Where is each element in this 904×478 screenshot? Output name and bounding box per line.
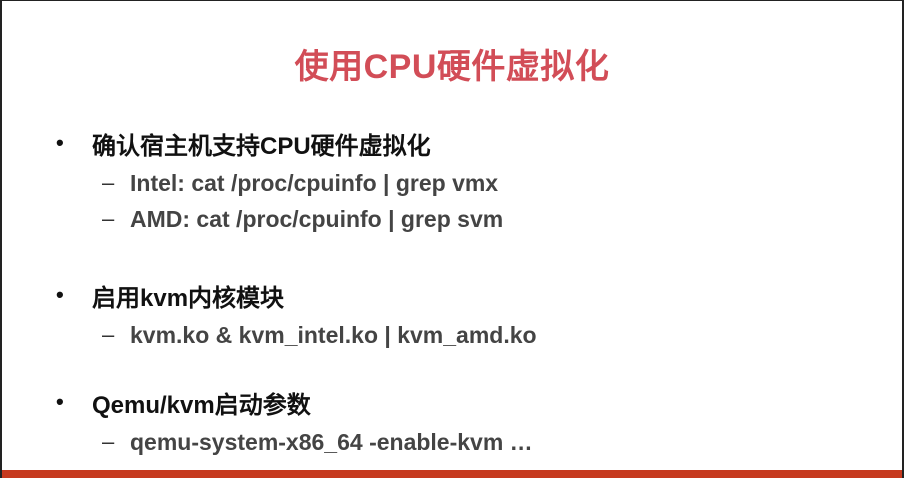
slide: 使用CPU硬件虚拟化 • 确认宿主机支持CPU硬件虚拟化 – Intel: ca… (0, 0, 904, 478)
bullet-marker: • (56, 130, 64, 155)
sub-bullet-item: – qemu-system-x86_64 -enable-kvm … (54, 424, 533, 460)
bullet-text: 启用kvm内核模块 (92, 284, 285, 312)
sub-bullet-marker: – (102, 170, 115, 195)
sub-bullet-text: kvm.ko & kvm_intel.ko | kvm_amd.ko (130, 321, 537, 348)
sub-bullet-marker: – (102, 322, 115, 347)
sub-bullet-text: AMD: cat /proc/cpuinfo | grep svm (130, 205, 504, 232)
sub-bullet-item: – AMD: cat /proc/cpuinfo | grep svm (54, 201, 503, 237)
accent-bar (2, 470, 902, 478)
sub-bullet-text: qemu-system-x86_64 -enable-kvm … (130, 428, 533, 455)
bullet-marker: • (56, 282, 64, 307)
sub-bullet-item: – kvm.ko & kvm_intel.ko | kvm_amd.ko (54, 317, 537, 353)
bullet-item: • 启用kvm内核模块 (54, 273, 537, 317)
bullet-text: 确认宿主机支持CPU硬件虚拟化 (92, 132, 431, 160)
slide-title: 使用CPU硬件虚拟化 (294, 48, 610, 86)
sub-bullet-text: Intel: cat /proc/cpuinfo | grep vmx (130, 169, 499, 196)
bullet-text: Qemu/kvm启动参数 (92, 391, 311, 419)
sub-bullet-marker: – (102, 429, 115, 454)
bullet-group-kvm-module: • 启用kvm内核模块 – kvm.ko & kvm_intel.ko | kv… (54, 273, 537, 353)
bullet-marker: • (56, 389, 64, 414)
bullet-group-cpu-check: • 确认宿主机支持CPU硬件虚拟化 – Intel: cat /proc/cpu… (54, 121, 503, 237)
bullet-item: • Qemu/kvm启动参数 (54, 380, 533, 424)
bullet-item: • 确认宿主机支持CPU硬件虚拟化 (54, 121, 503, 165)
sub-bullet-item: – Intel: cat /proc/cpuinfo | grep vmx (54, 165, 503, 201)
sub-bullet-marker: – (102, 206, 115, 231)
bullet-group-qemu-params: • Qemu/kvm启动参数 – qemu-system-x86_64 -ena… (54, 380, 533, 460)
